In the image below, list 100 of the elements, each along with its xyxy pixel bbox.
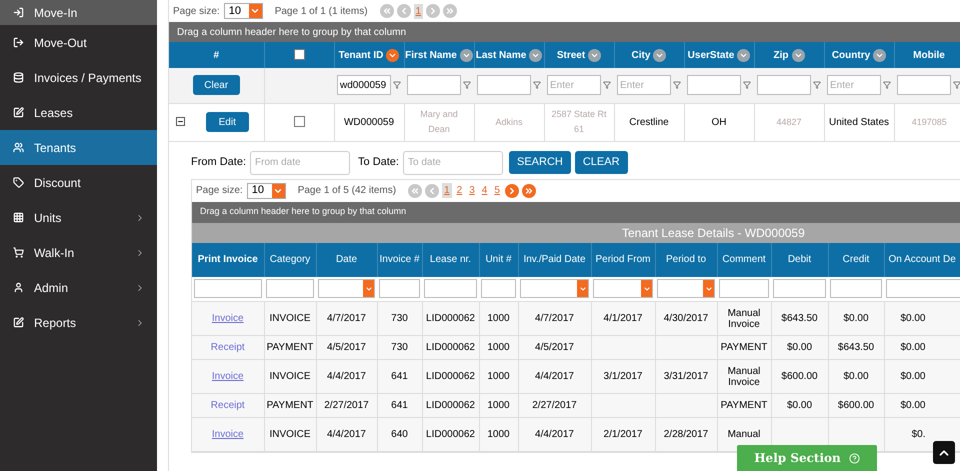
filter-field[interactable] bbox=[773, 279, 826, 298]
invoice-link[interactable]: Invoice bbox=[212, 313, 244, 324]
page-link[interactable]: 4 bbox=[480, 183, 490, 198]
filter-field[interactable]: wd000059 bbox=[337, 75, 391, 96]
filter-icon[interactable] bbox=[953, 81, 960, 90]
collapse-toggle[interactable] bbox=[176, 117, 184, 126]
column-header[interactable]: City bbox=[632, 48, 650, 62]
sidebar-item[interactable]: Tenants bbox=[0, 130, 157, 165]
column-header[interactable]: Category bbox=[270, 254, 310, 266]
filter-field[interactable] bbox=[407, 75, 461, 96]
sidebar-item[interactable]: Move-Out bbox=[0, 25, 157, 60]
to-date-field[interactable]: To date bbox=[402, 150, 503, 174]
sidebar-item[interactable]: Discount bbox=[0, 165, 157, 200]
column-menu-icon[interactable] bbox=[873, 48, 886, 62]
filter-icon[interactable] bbox=[533, 81, 541, 90]
page-link[interactable]: 5 bbox=[492, 183, 502, 198]
clear-button[interactable]: CLEAR bbox=[574, 151, 628, 174]
column-header[interactable]: Country bbox=[832, 48, 870, 62]
edit-button[interactable]: Edit bbox=[206, 112, 249, 132]
filter-field[interactable] bbox=[830, 279, 882, 298]
column-header[interactable]: Comment bbox=[722, 254, 766, 266]
filter-icon[interactable] bbox=[463, 81, 471, 90]
first-page-button[interactable] bbox=[408, 184, 422, 198]
next-page-button[interactable] bbox=[426, 4, 440, 18]
select-all-checkbox[interactable] bbox=[294, 49, 304, 60]
column-header[interactable]: # bbox=[213, 50, 220, 60]
column-header[interactable]: Last Name bbox=[476, 48, 526, 62]
filter-field[interactable] bbox=[886, 279, 960, 298]
receipt-link[interactable]: Receipt bbox=[210, 400, 245, 411]
filter-field[interactable] bbox=[477, 75, 531, 96]
filter-field[interactable]: Enter bbox=[617, 75, 671, 96]
next-page-button[interactable] bbox=[504, 184, 519, 198]
filter-field[interactable] bbox=[757, 75, 811, 96]
column-header[interactable]: Period to bbox=[666, 254, 706, 266]
filter-icon[interactable] bbox=[393, 81, 401, 90]
column-menu-icon[interactable] bbox=[653, 48, 666, 62]
sidebar-item[interactable]: Invoices / Payments bbox=[0, 60, 157, 95]
filter-field[interactable] bbox=[194, 279, 262, 298]
previous-page-button[interactable] bbox=[396, 4, 411, 18]
filter-field[interactable] bbox=[687, 75, 741, 96]
filter-icon[interactable] bbox=[603, 81, 611, 90]
column-header[interactable]: Invoice # bbox=[379, 254, 420, 266]
column-header[interactable]: Street bbox=[556, 48, 586, 62]
filter-field[interactable]: Enter bbox=[547, 75, 601, 96]
filter-icon[interactable] bbox=[883, 81, 891, 90]
receipt-link[interactable]: Receipt bbox=[210, 342, 245, 353]
column-header[interactable]: Lease nr. bbox=[430, 254, 472, 266]
column-header[interactable]: Credit bbox=[842, 254, 870, 266]
column-header[interactable]: Print Invoice bbox=[198, 254, 258, 266]
filter-icon[interactable] bbox=[813, 81, 821, 90]
column-menu-icon[interactable] bbox=[792, 48, 804, 62]
date-filter-select[interactable] bbox=[318, 279, 375, 298]
invoice-link[interactable]: Invoice bbox=[212, 371, 244, 382]
column-menu-icon[interactable] bbox=[386, 48, 400, 62]
filter-icon[interactable] bbox=[743, 81, 751, 90]
page-size-select[interactable]: 10 bbox=[246, 182, 286, 198]
from-date-field[interactable]: From date bbox=[250, 150, 350, 174]
filter-field[interactable] bbox=[266, 279, 314, 298]
filter-field[interactable]: Enter bbox=[827, 75, 881, 96]
last-page-button[interactable] bbox=[443, 4, 458, 18]
sidebar-item[interactable]: Units bbox=[0, 200, 157, 235]
column-menu-icon[interactable] bbox=[529, 48, 542, 62]
column-header[interactable]: UserState bbox=[688, 48, 734, 62]
row-checkbox[interactable] bbox=[294, 116, 304, 128]
clear-button[interactable]: Clear bbox=[192, 75, 240, 96]
sidebar-item[interactable]: Walk-In bbox=[0, 235, 157, 270]
sidebar-item[interactable]: Reports bbox=[0, 305, 157, 340]
search-button[interactable]: SEARCH bbox=[508, 151, 571, 174]
date-filter-select[interactable] bbox=[593, 279, 653, 298]
column-header[interactable]: First Name bbox=[405, 48, 457, 62]
column-header[interactable]: Mobile bbox=[913, 50, 945, 60]
filter-field[interactable] bbox=[424, 279, 477, 298]
date-filter-select[interactable] bbox=[520, 279, 589, 298]
page-link[interactable]: 3 bbox=[467, 183, 477, 198]
page-link[interactable]: 2 bbox=[454, 183, 464, 198]
date-filter-select[interactable] bbox=[657, 279, 715, 298]
column-header[interactable]: On Account De bbox=[888, 254, 956, 266]
column-header[interactable]: Unit # bbox=[485, 254, 512, 266]
column-menu-icon[interactable] bbox=[588, 48, 602, 62]
column-header[interactable]: Debit bbox=[788, 254, 812, 266]
column-header[interactable]: Tenant ID bbox=[338, 48, 384, 62]
filter-field[interactable] bbox=[719, 279, 769, 298]
column-header[interactable]: Period From bbox=[595, 254, 650, 266]
column-header[interactable]: Zip bbox=[774, 48, 788, 62]
last-page-button[interactable] bbox=[522, 184, 536, 198]
filter-field[interactable] bbox=[379, 279, 420, 298]
column-header[interactable]: Inv./Paid Date bbox=[523, 254, 586, 266]
filter-field[interactable] bbox=[897, 75, 951, 96]
filter-field[interactable] bbox=[481, 279, 516, 298]
sidebar-item[interactable]: Move-In bbox=[0, 0, 157, 25]
invoice-link[interactable]: Invoice bbox=[212, 429, 244, 440]
help-section-button[interactable]: Help Section bbox=[737, 445, 877, 471]
previous-page-button[interactable] bbox=[425, 184, 440, 198]
scroll-to-top-button[interactable] bbox=[933, 441, 955, 464]
column-header[interactable]: Date bbox=[336, 254, 358, 266]
page-size-select[interactable]: 10 bbox=[224, 3, 263, 19]
column-menu-icon[interactable] bbox=[460, 48, 473, 62]
first-page-button[interactable] bbox=[380, 4, 394, 18]
column-menu-icon[interactable] bbox=[737, 48, 750, 62]
sidebar-item[interactable]: Admin bbox=[0, 270, 157, 305]
